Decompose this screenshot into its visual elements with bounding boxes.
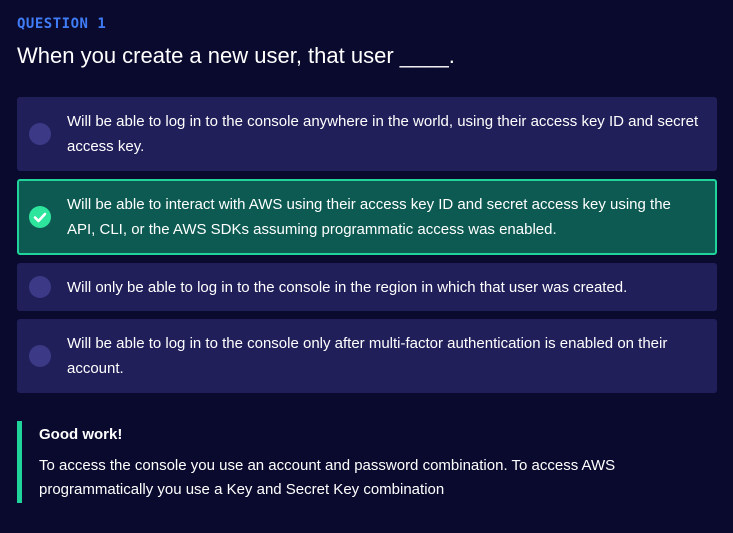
answer-option-3[interactable]: Will only be able to log in to the conso… [17, 263, 717, 311]
answer-option-text: Will be able to log in to the console on… [67, 335, 668, 377]
answer-option-text: Will be able to log in to the console an… [67, 113, 699, 155]
feedback-body: To access the console you use an account… [39, 457, 616, 498]
feedback-panel: Good work! To access the console you use… [17, 421, 697, 503]
answer-option-text: Will only be able to log in to the conso… [67, 278, 628, 296]
question-text: When you create a new user, that user __… [17, 43, 455, 68]
checkmark-circle-icon[interactable] [29, 206, 51, 228]
radio-circle-icon[interactable] [29, 276, 51, 298]
answer-options-list: Will be able to log in to the console an… [17, 97, 717, 401]
answer-option-text: Will be able to interact with AWS using … [67, 196, 671, 238]
answer-option-2-correct[interactable]: Will be able to interact with AWS using … [17, 179, 717, 255]
radio-circle-icon[interactable] [29, 123, 51, 145]
answer-option-4[interactable]: Will be able to log in to the console on… [17, 319, 717, 393]
answer-option-1[interactable]: Will be able to log in to the console an… [17, 97, 717, 171]
radio-circle-icon[interactable] [29, 345, 51, 367]
question-number-label: QUESTION 1 [17, 16, 107, 32]
feedback-title: Good work! [39, 426, 123, 443]
